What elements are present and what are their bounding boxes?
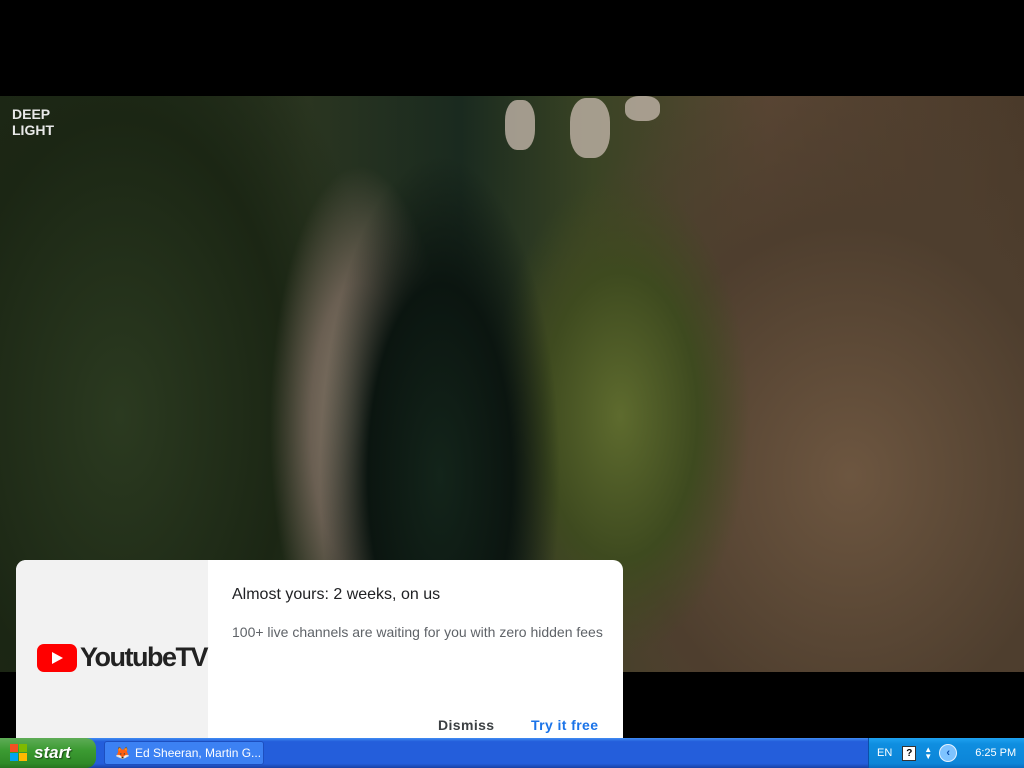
promo-title: Almost yours: 2 weeks, on us [232, 586, 441, 603]
start-label: start [34, 743, 71, 762]
channel-watermark: DEEP LIGHT [12, 106, 54, 138]
help-icon[interactable]: ? [902, 745, 917, 761]
video-player[interactable]: DEEP LIGHT YoutubeTV Almost yours: 2 wee… [0, 0, 1024, 738]
show-hidden-icons-chevron-icon[interactable]: ‹ [939, 744, 958, 762]
rock-texture [505, 100, 535, 150]
rock-texture [625, 96, 660, 121]
watermark-line-2: LIGHT [12, 122, 54, 138]
promo-logo-panel: YoutubeTV [16, 560, 208, 738]
watermark-line-1: DEEP [12, 106, 51, 122]
system-tray: EN ? ▲ ▼ ‹ 6:25 PM [868, 738, 1024, 768]
youtube-tv-promo-card: YoutubeTV Almost yours: 2 weeks, on us 1… [16, 560, 623, 738]
network-activity-icon[interactable]: ▲ ▼ [924, 746, 932, 761]
try-it-free-button[interactable]: Try it free [531, 717, 598, 733]
promo-description: 100+ live channels are waiting for you w… [232, 624, 603, 640]
dismiss-button[interactable]: Dismiss [438, 717, 495, 733]
firefox-icon: 🦊 [115, 746, 130, 760]
rock-texture [570, 98, 610, 158]
taskbar-window-label: Ed Sheeran, Martin G... [135, 746, 262, 760]
youtube-play-icon [37, 643, 77, 672]
language-indicator[interactable]: EN [877, 747, 892, 759]
clock[interactable]: 6:25 PM [975, 747, 1016, 759]
taskbar: start 🦊 Ed Sheeran, Martin G... EN ? ▲ ▼ … [0, 738, 1024, 768]
taskbar-window-button[interactable]: 🦊 Ed Sheeran, Martin G... [104, 741, 264, 765]
youtube-tv-logo: YoutubeTV [37, 642, 208, 673]
start-button[interactable]: start [0, 738, 96, 768]
windows-flag-icon [10, 744, 28, 762]
youtube-tv-wordmark: YoutubeTV [80, 642, 208, 672]
